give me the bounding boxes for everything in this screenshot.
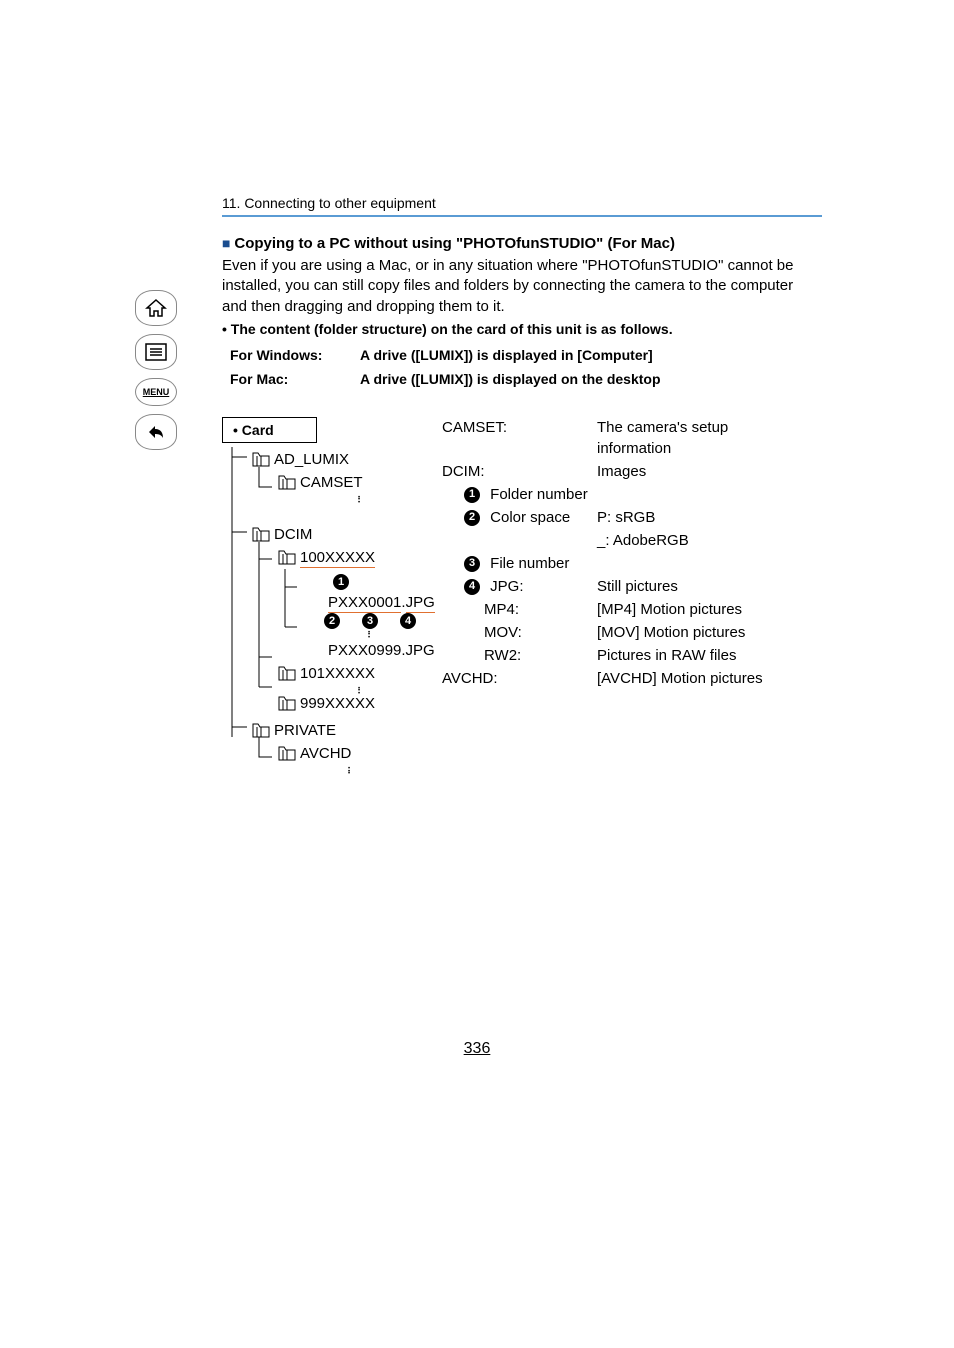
folder-icon <box>278 475 296 490</box>
mac-desc: A drive ([LUMIX]) is displayed on the de… <box>360 371 661 387</box>
folder-icon <box>278 666 296 681</box>
callout-4: 4 <box>400 613 416 629</box>
mac-label: For Mac: <box>230 371 360 387</box>
dcim-label: DCIM <box>274 526 312 543</box>
callout-2b: 2 <box>464 510 480 526</box>
callout-4b: 4 <box>464 579 480 595</box>
windows-label: For Windows: <box>230 347 360 363</box>
avchd-val: [AVCHD] Motion pictures <box>597 668 763 689</box>
folder-camset: CAMSET <box>278 474 422 491</box>
jpg-val: Still pictures <box>597 576 678 597</box>
intro-text: Even if you are using a Mac, or in any s… <box>222 256 822 317</box>
folder-icon <box>278 746 296 761</box>
mp4-key: MP4: <box>442 599 597 620</box>
page-number[interactable]: 336 <box>0 1040 954 1058</box>
camset-label: CAMSET <box>300 474 363 491</box>
camset-val: The camera's setup information <box>597 417 777 459</box>
dcim-val: Images <box>597 461 646 482</box>
dcim-key: DCIM: <box>442 461 597 482</box>
menu-label: MENU <box>143 387 170 397</box>
rw2-key: RW2: <box>442 645 597 666</box>
folder-avchd: AVCHD <box>278 745 422 762</box>
adlumix-label: AD_LUMIX <box>274 451 349 468</box>
callout-2: 2 <box>324 613 340 629</box>
mov-val: [MOV] Motion pictures <box>597 622 745 643</box>
callout-1: 1 <box>333 574 349 590</box>
folder-icon <box>278 550 296 565</box>
chapter-header: 11. Connecting to other equipment <box>222 195 822 217</box>
folder-adlumix: AD_LUMIX <box>252 451 422 468</box>
f999-label: 999XXXXX <box>300 695 375 712</box>
private-label: PRIVATE <box>274 722 336 739</box>
colorspace-val2: _: AdobeRGB <box>597 530 689 551</box>
folder-icon <box>252 723 270 738</box>
card-label: • Card <box>222 417 317 443</box>
callout-3b: 3 <box>464 556 480 572</box>
foldernum-label: Folder number <box>490 486 588 503</box>
folder-tree: • Card AD_LUMIX CAMSET ••• <box>222 417 422 776</box>
avchd-label: AVCHD <box>300 745 351 762</box>
folder-101: 101XXXXX <box>278 665 422 682</box>
avchd-key: AVCHD: <box>442 668 597 689</box>
folder-icon <box>252 527 270 542</box>
mov-key: MOV: <box>442 622 597 643</box>
folder-structure-note: • The content (folder structure) on the … <box>222 321 822 337</box>
folder-100: 100XXXXX <box>278 549 422 566</box>
file-pxxx0999: PXXX0999.JPG <box>328 642 422 659</box>
info-table: CAMSET: The camera's setup information D… <box>442 417 777 776</box>
jpg-key: JPG: <box>490 578 523 595</box>
back-icon[interactable] <box>135 414 177 450</box>
windows-desc: A drive ([LUMIX]) is displayed in [Compu… <box>360 347 653 363</box>
folder-private: PRIVATE <box>252 722 422 739</box>
file-pxxx0001: PXXX0001.JPG <box>328 594 422 611</box>
home-icon[interactable] <box>135 290 177 326</box>
colorspace-label: Color space <box>490 509 570 526</box>
os-table: For Windows: A drive ([LUMIX]) is displa… <box>230 347 822 387</box>
callout-1b: 1 <box>464 487 480 503</box>
callout-3: 3 <box>362 613 378 629</box>
colorspace-val1: P: sRGB <box>597 507 655 528</box>
mp4-val: [MP4] Motion pictures <box>597 599 742 620</box>
contents-icon[interactable] <box>135 334 177 370</box>
folder-icon <box>278 696 296 711</box>
f101-label: 101XXXXX <box>300 665 375 682</box>
f100-label: 100XXXXX <box>300 549 375 568</box>
rw2-val: Pictures in RAW files <box>597 645 736 666</box>
filenum-label: File number <box>490 555 569 572</box>
folder-999: 999XXXXX <box>278 695 422 712</box>
folder-icon <box>252 452 270 467</box>
camset-key: CAMSET: <box>442 417 597 459</box>
folder-dcim: DCIM <box>252 526 422 543</box>
menu-icon[interactable]: MENU <box>135 378 177 406</box>
section-title: Copying to a PC without using "PHOTOfunS… <box>222 235 822 252</box>
